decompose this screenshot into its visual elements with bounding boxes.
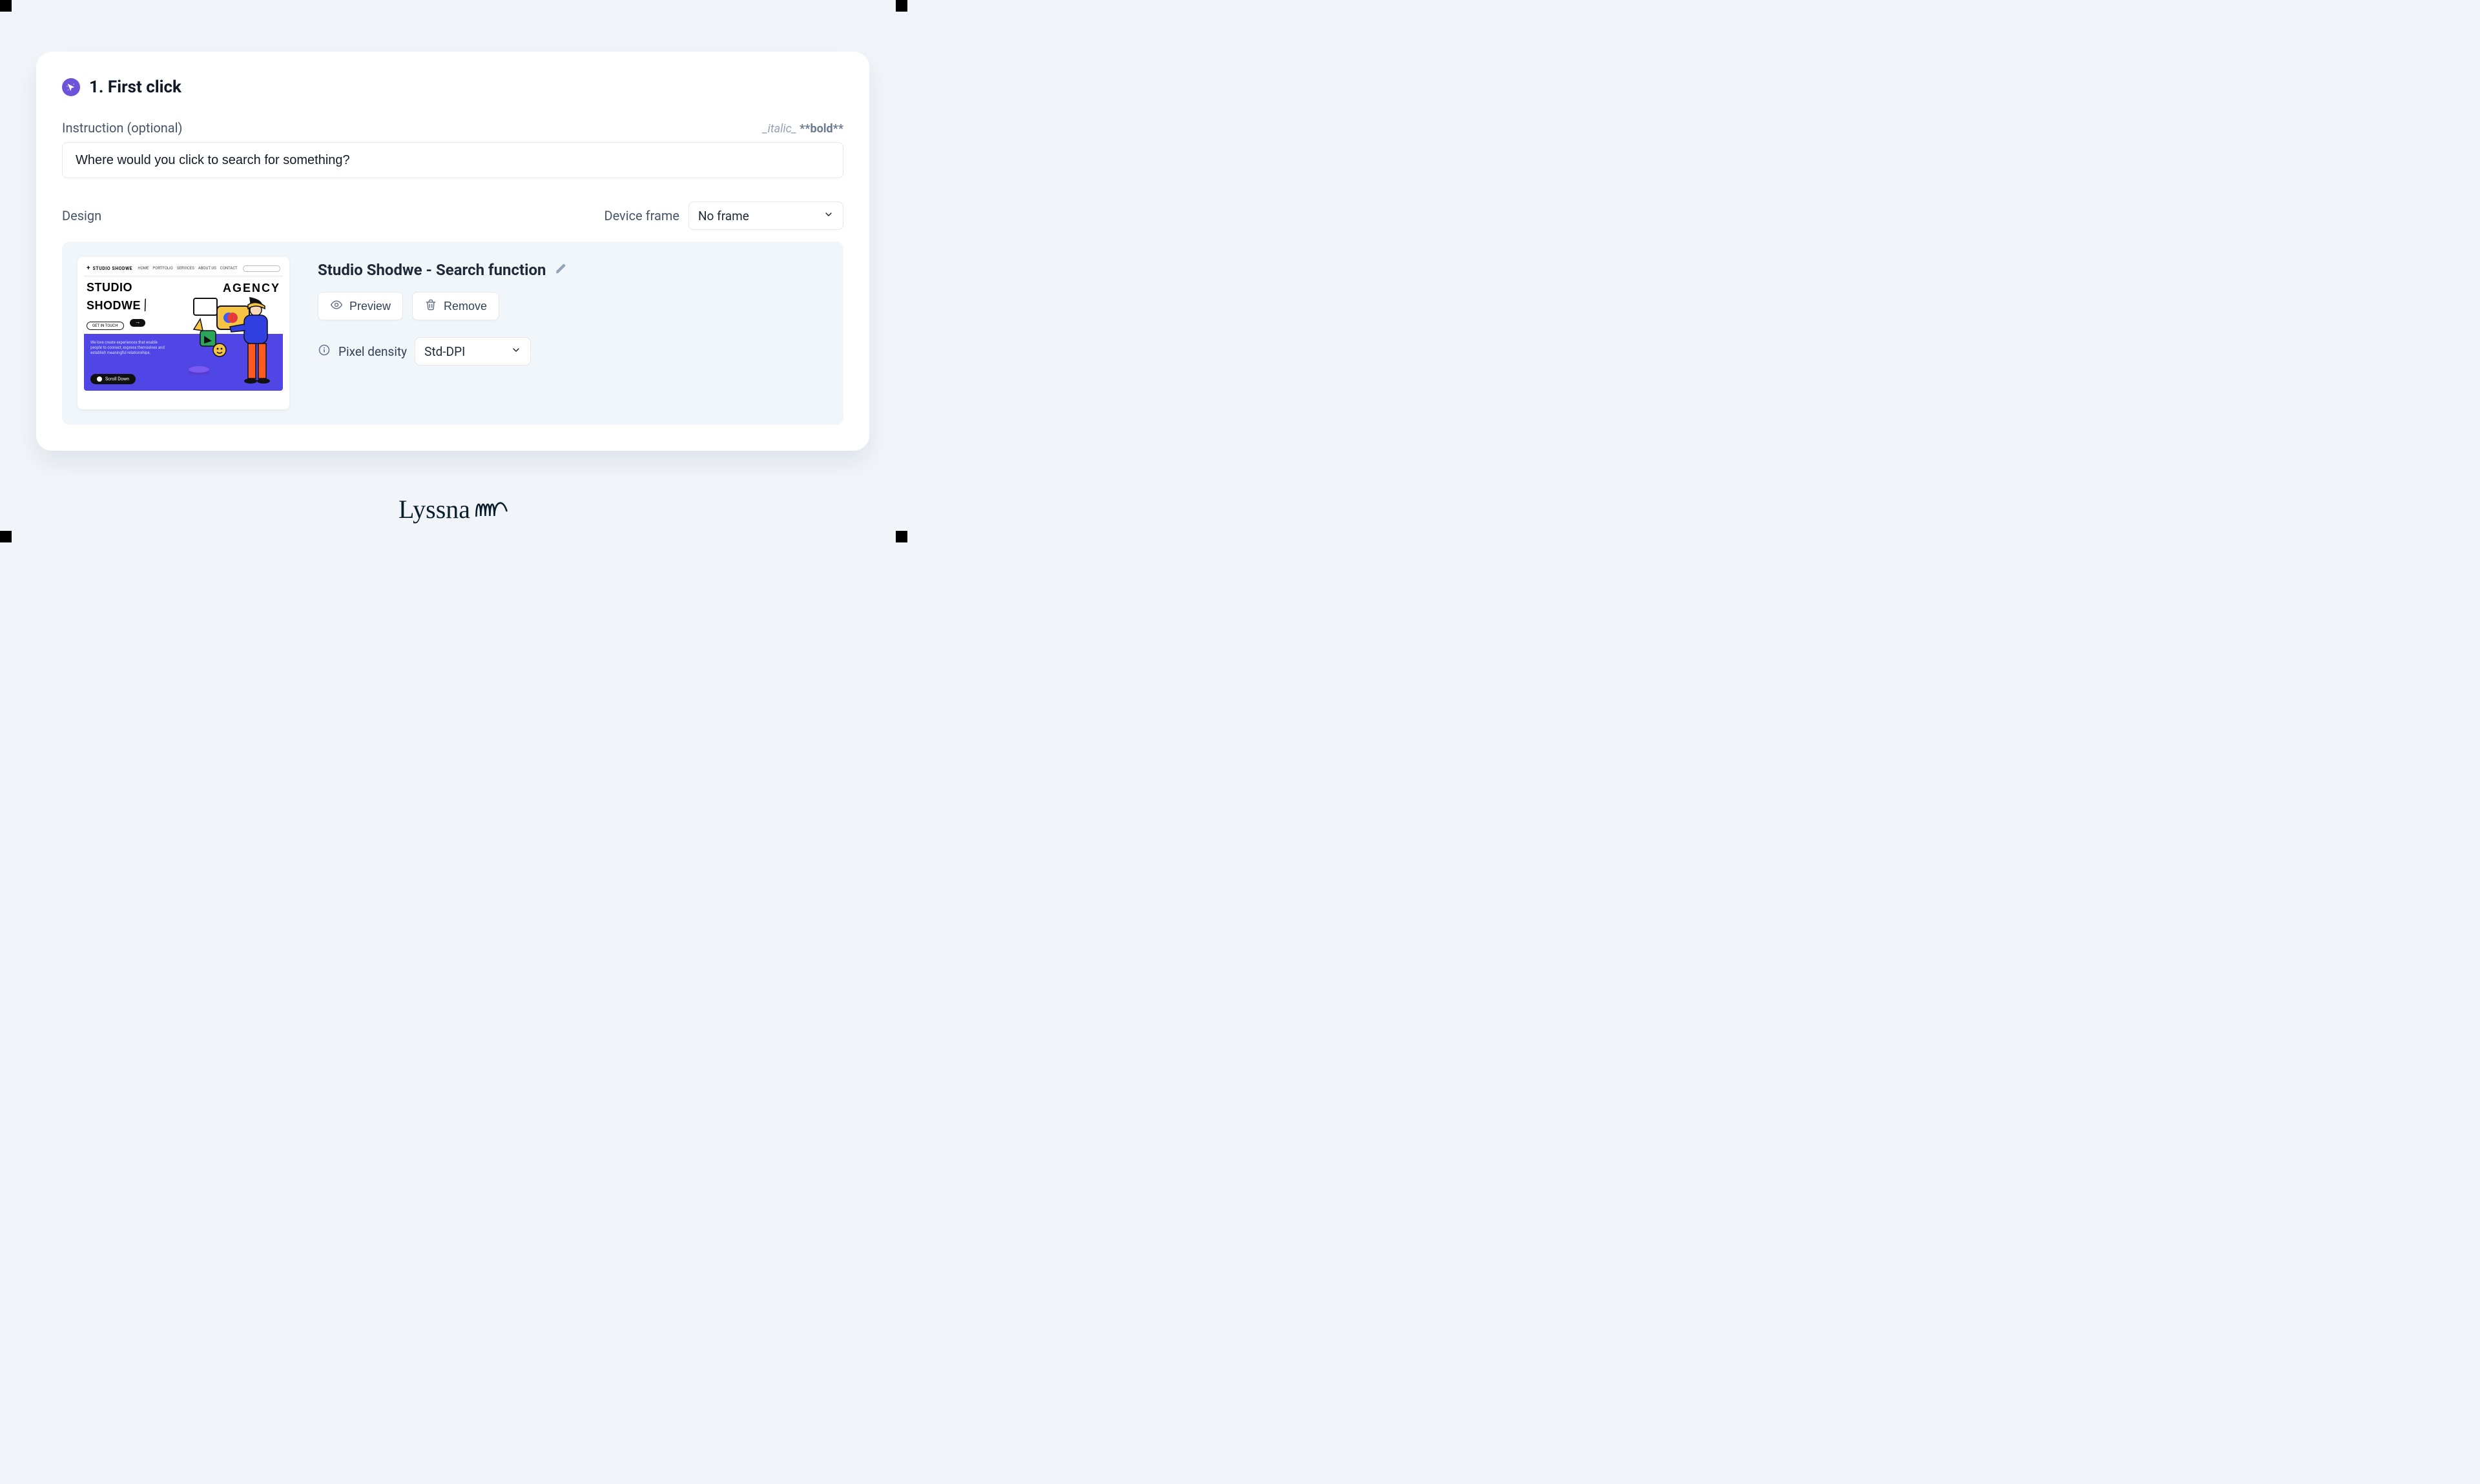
- thumb-nav-item: HOME: [138, 266, 149, 271]
- thumb-heading: SHODWE: [87, 300, 141, 311]
- section-card: 1. First click Instruction (optional) _i…: [36, 52, 869, 451]
- instruction-label: Instruction (optional): [62, 120, 182, 136]
- brand-name: Lyssna: [398, 494, 470, 524]
- crop-mark: [896, 0, 907, 12]
- design-panel: +STUDIO SHODWE HOME PORTFOLIO SERVICES A…: [62, 242, 843, 425]
- remove-button[interactable]: Remove: [412, 292, 499, 320]
- edit-title-button[interactable]: [555, 262, 568, 278]
- device-frame-label: Device frame: [604, 208, 679, 223]
- device-frame-select[interactable]: No frame: [688, 201, 843, 230]
- crop-mark: [0, 531, 12, 542]
- chevron-down-icon: [511, 345, 521, 358]
- pixel-density-value: Std-DPI: [424, 344, 465, 359]
- preview-button[interactable]: Preview: [318, 292, 403, 320]
- format-hint: _italic_ **bold**: [763, 122, 843, 136]
- thumb-illustration: [189, 293, 285, 400]
- format-bold-hint: **bold**: [800, 122, 843, 136]
- design-label: Design: [62, 208, 101, 223]
- pixel-density-label: Pixel density: [338, 344, 407, 359]
- instruction-input[interactable]: [62, 142, 843, 178]
- thumb-nav-item: ABOUT US: [198, 266, 216, 271]
- design-label-row: Design Device frame No frame: [62, 201, 843, 230]
- section-header: 1. First click: [62, 77, 843, 97]
- eye-icon: [330, 298, 343, 314]
- chevron-down-icon: [823, 209, 834, 222]
- crop-mark: [0, 0, 12, 12]
- format-italic-hint: _italic_: [763, 122, 797, 136]
- info-icon[interactable]: [318, 344, 331, 359]
- thumb-cta-arrow: [130, 319, 145, 327]
- thumb-nav-item: PORTFOLIO: [152, 266, 172, 271]
- design-thumbnail[interactable]: +STUDIO SHODWE HOME PORTFOLIO SERVICES A…: [78, 257, 289, 409]
- trash-icon: [424, 298, 437, 314]
- design-meta: Studio Shodwe - Search function Preview: [318, 257, 828, 366]
- thumb-brand: STUDIO SHODWE: [92, 266, 132, 271]
- instruction-label-row: Instruction (optional) _italic_ **bold**: [62, 120, 843, 136]
- thumb-cta: GET IN TOUCH: [87, 322, 124, 330]
- crop-mark: [896, 531, 907, 542]
- preview-label: Preview: [349, 300, 391, 313]
- design-title: Studio Shodwe - Search function: [318, 261, 546, 279]
- thumb-nav-item: CONTACT: [220, 266, 238, 271]
- device-frame-value: No frame: [698, 209, 749, 223]
- device-frame-group: Device frame No frame: [604, 201, 843, 230]
- brand-squiggle-icon: [474, 495, 509, 524]
- remove-label: Remove: [444, 300, 487, 313]
- thumb-copy: We love create experiences that enable p…: [90, 340, 168, 356]
- thumb-heading: STUDIO: [87, 282, 151, 293]
- brand-logo: Lyssna: [398, 494, 509, 524]
- pixel-density-select[interactable]: Std-DPI: [415, 337, 531, 366]
- first-click-icon: [62, 78, 80, 96]
- thumb-search: [243, 265, 280, 272]
- thumb-scroll: Scroll Down: [90, 374, 136, 384]
- section-title: 1. First click: [89, 77, 181, 97]
- thumb-nav-item: SERVICES: [177, 266, 194, 271]
